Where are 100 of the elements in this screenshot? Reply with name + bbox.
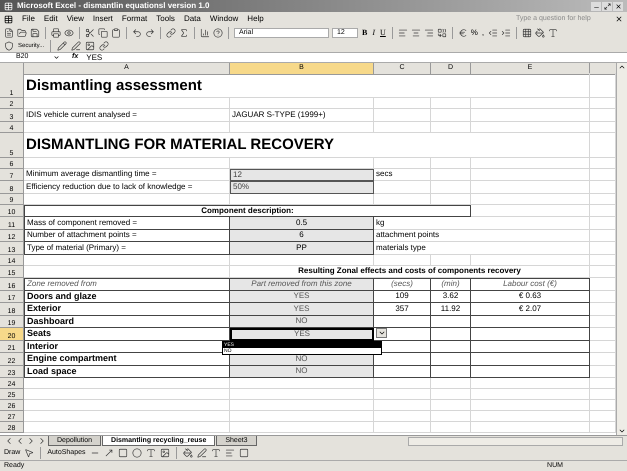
document-icon[interactable]	[4, 14, 13, 24]
menu-item[interactable]: Tools	[156, 13, 175, 25]
empty-cell	[431, 194, 471, 204]
formula-field[interactable]: YES	[86, 52, 102, 64]
dropdown-button[interactable]	[376, 328, 387, 338]
empty-cell	[374, 389, 431, 400]
chart-icon[interactable]	[200, 28, 210, 38]
value-cell: € 0.63	[471, 290, 590, 303]
empty-cell	[374, 194, 431, 204]
label-cell: Type of material (Primary) =	[24, 242, 230, 254]
scroll-down-icon[interactable]	[618, 427, 626, 435]
help-icon[interactable]	[213, 28, 223, 38]
comma-button[interactable]: ,	[480, 27, 486, 39]
currency-icon[interactable]	[458, 28, 468, 38]
pen-icon[interactable]	[71, 41, 82, 51]
folder-icon[interactable]	[17, 28, 27, 38]
column-header: Labour cost (€)	[471, 278, 590, 290]
value-cell[interactable]: NO	[230, 316, 374, 328]
menu-item[interactable]: Edit	[44, 13, 58, 25]
menu-item[interactable]: Format	[122, 13, 148, 25]
zone-cell: Load space	[24, 366, 230, 378]
value-cell[interactable]: NO	[230, 366, 374, 378]
merge-icon[interactable]	[436, 28, 447, 38]
text-box-icon[interactable]	[146, 448, 156, 458]
value-cell: 11.92	[431, 303, 471, 316]
save-icon[interactable]	[30, 28, 40, 38]
rectangle-icon[interactable]	[118, 448, 128, 458]
redo-icon[interactable]	[145, 28, 155, 38]
align-left-icon[interactable]	[398, 28, 408, 38]
fill-color-icon[interactable]	[182, 448, 192, 458]
zone-cell: Exterior	[24, 303, 230, 316]
indent-icon[interactable]	[501, 28, 512, 38]
align-center-icon[interactable]	[410, 28, 421, 38]
close-button[interactable]	[613, 2, 623, 10]
preview-icon[interactable]	[64, 28, 74, 38]
close-icon[interactable]	[615, 15, 623, 23]
vertical-scrollbar[interactable]	[616, 63, 627, 435]
column-header: Zone removed from	[24, 278, 230, 290]
label-cell: IDIS vehicle current analysed =	[24, 109, 230, 122]
menu-item[interactable]: Window	[210, 13, 238, 25]
empty-cell	[431, 340, 471, 353]
cursor-icon[interactable]	[24, 448, 34, 458]
percent-button[interactable]: %	[470, 27, 478, 39]
menu-item[interactable]: File	[22, 13, 35, 25]
empty-cell	[374, 422, 431, 433]
italic-button[interactable]: I	[371, 27, 376, 39]
printer-icon[interactable]	[51, 28, 61, 38]
fill-color-icon[interactable]	[535, 28, 546, 38]
empty-cell	[374, 158, 431, 168]
value-cell[interactable]: YES	[230, 290, 374, 303]
copy-icon[interactable]	[98, 28, 108, 38]
image-icon[interactable]	[85, 41, 96, 51]
underline-button[interactable]: U	[379, 27, 387, 39]
value-cell: PP	[230, 242, 374, 254]
font-color-icon[interactable]	[210, 448, 220, 458]
zone-cell: Doors and glaze	[24, 290, 230, 303]
cut-icon[interactable]	[85, 28, 95, 38]
value-cell[interactable]: YES	[230, 303, 374, 316]
shadow-icon[interactable]	[238, 448, 248, 458]
label-cell: Efficiency reduction due to lack of knowledge =	[24, 181, 230, 194]
empty-cell	[431, 254, 471, 266]
paste-icon[interactable]	[111, 28, 121, 38]
empty-cell	[431, 158, 471, 168]
window-title: Microsoft Excel - dismantlin equationsl version 1.0	[17, 0, 210, 12]
label-cell: Mass of component removed =	[24, 217, 230, 230]
line-color-icon[interactable]	[196, 448, 206, 458]
menu-item[interactable]: Data	[184, 13, 201, 25]
unit-cell: attachment points	[374, 230, 590, 242]
line-style-icon[interactable]	[224, 448, 234, 458]
selected-cell[interactable]: YES	[230, 328, 374, 340]
undo-icon[interactable]	[132, 28, 142, 38]
empty-cell	[431, 378, 471, 389]
image-icon[interactable]	[160, 448, 170, 458]
menu-item[interactable]: Insert	[92, 13, 113, 25]
font-color-icon[interactable]	[548, 28, 558, 38]
outdent-icon[interactable]	[488, 28, 498, 38]
autosum-icon[interactable]	[179, 28, 189, 38]
menu-item[interactable]: View	[66, 13, 84, 25]
minimize-button[interactable]	[591, 2, 601, 10]
shield-icon[interactable]	[4, 41, 14, 51]
borders-icon[interactable]	[522, 28, 532, 38]
horizontal-scrollbar[interactable]	[408, 436, 623, 446]
bold-button[interactable]: B	[361, 27, 368, 39]
arrow-icon[interactable]	[104, 448, 114, 458]
empty-cell	[431, 353, 471, 366]
value-cell: 357	[374, 303, 431, 316]
link-icon[interactable]	[99, 41, 110, 51]
menu-item[interactable]: Help	[247, 13, 264, 25]
empty-cell	[431, 328, 471, 340]
maximize-button[interactable]	[602, 2, 612, 10]
scroll-up-icon[interactable]	[618, 63, 626, 71]
caret-icon	[53, 54, 60, 61]
link-icon[interactable]	[166, 28, 176, 38]
zone-cell: Engine compartment	[24, 353, 230, 366]
oval-icon[interactable]	[132, 448, 142, 458]
empty-cell	[374, 400, 431, 411]
pencil-icon[interactable]	[57, 41, 68, 51]
align-right-icon[interactable]	[424, 28, 434, 38]
new-file-icon[interactable]	[4, 28, 14, 38]
empty-cell	[374, 122, 431, 132]
